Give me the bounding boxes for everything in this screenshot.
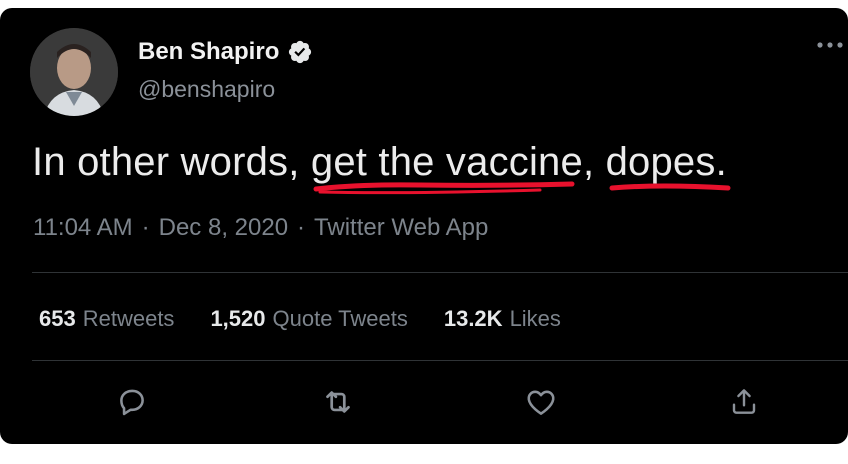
quote-tweets-label: Quote Tweets	[272, 306, 408, 331]
reply-button[interactable]	[114, 386, 150, 422]
engagement-stats: 653 Retweets 1,520 Quote Tweets 13.2K Likes	[39, 306, 561, 332]
share-button[interactable]	[726, 386, 762, 422]
likes-stat[interactable]: 13.2K Likes	[444, 306, 561, 332]
display-name[interactable]: Ben Shapiro	[138, 38, 279, 66]
retweet-button[interactable]	[320, 386, 356, 422]
separator: ·	[297, 214, 306, 241]
retweets-stat[interactable]: 653 Retweets	[39, 306, 174, 332]
like-icon	[524, 385, 558, 424]
tweet-text-part: ,	[582, 140, 606, 184]
likes-count: 13.2K	[443, 306, 503, 331]
quote-tweets-count: 1,520	[210, 306, 266, 331]
share-icon	[728, 386, 760, 423]
separator: ·	[141, 214, 150, 241]
retweets-label: Retweets	[82, 306, 175, 331]
handle[interactable]: @benshapiro	[138, 76, 275, 103]
reply-icon	[115, 385, 149, 424]
tweet-date[interactable]: Dec 8, 2020	[159, 214, 288, 241]
like-button[interactable]	[523, 386, 559, 422]
tweet-card: Ben Shapiro @benshapiro In other words, …	[0, 8, 848, 444]
quote-tweets-stat[interactable]: 1,520 Quote Tweets	[210, 306, 407, 332]
tweet-text-part: In other words,	[32, 140, 311, 184]
divider	[32, 272, 848, 273]
avatar[interactable]	[30, 28, 118, 116]
tweet-metadata: 11:04 AM · Dec 8, 2020 · Twitter Web App	[33, 214, 488, 242]
verified-badge-icon	[287, 39, 313, 65]
retweet-icon	[320, 384, 356, 425]
tweet: Ben Shapiro @benshapiro In other words, …	[0, 8, 848, 444]
author-name-row: Ben Shapiro	[138, 38, 313, 66]
tweet-source[interactable]: Twitter Web App	[314, 214, 488, 241]
likes-label: Likes	[509, 306, 561, 331]
divider	[32, 360, 848, 361]
more-options-icon[interactable]	[816, 38, 846, 52]
underlined-phrase-vaccine: get the vaccine	[310, 140, 583, 184]
retweets-count: 653	[39, 306, 76, 331]
underlined-word-dopes: dopes	[605, 140, 716, 184]
tweet-text: In other words, get the vaccine, dopes.	[32, 140, 727, 185]
tweet-time[interactable]: 11:04 AM	[33, 214, 133, 241]
tweet-text-part: .	[715, 140, 727, 184]
